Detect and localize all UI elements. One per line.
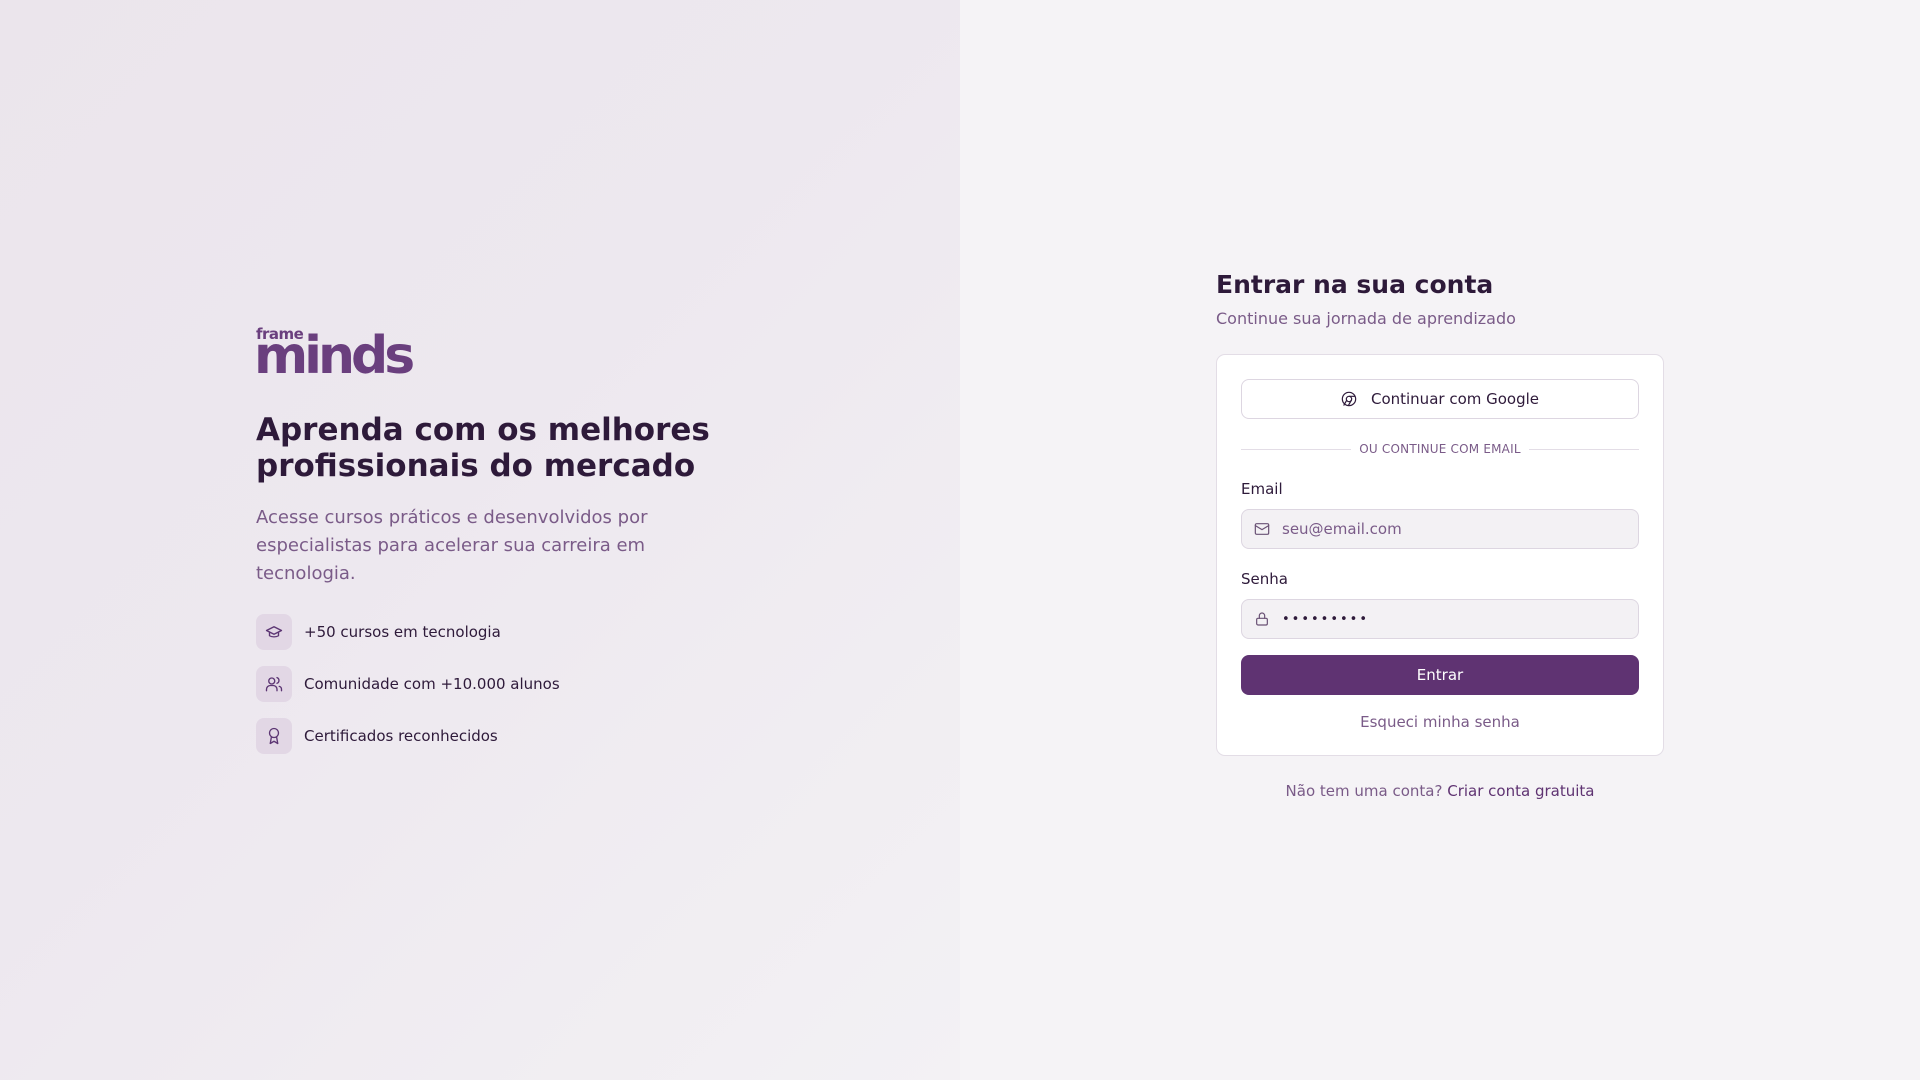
signup-link[interactable]: Criar conta gratuita <box>1447 782 1594 800</box>
signup-prompt: Não tem uma conta? <box>1285 782 1443 800</box>
password-input[interactable] <box>1282 611 1622 627</box>
password-label: Senha <box>1241 570 1288 588</box>
google-button-label: Continuar com Google <box>1370 390 1540 408</box>
email-label: Email <box>1241 480 1283 498</box>
or-divider: OU CONTINUE COM EMAIL <box>1241 441 1639 457</box>
logo-big-text: minds <box>254 326 415 386</box>
feature-label: +50 cursos em tecnologia <box>304 623 501 641</box>
email-input[interactable] <box>1282 520 1622 538</box>
users-icon <box>256 666 292 702</box>
hero-title: Aprenda com os melhores profissionais do… <box>256 412 710 484</box>
password-field-wrapper <box>1241 599 1639 639</box>
forgot-password-row: Esqueci minha senha <box>1241 713 1639 731</box>
hero-subtitle: Acesse cursos práticos e desenvolvidos p… <box>256 507 648 584</box>
graduation-cap-icon <box>256 614 292 650</box>
google-chrome-icon <box>1341 391 1357 407</box>
feature-item: Comunidade com +10.000 alunos <box>256 666 726 702</box>
login-title: Entrar na sua conta <box>1216 270 1494 299</box>
divider-line <box>1241 448 1352 450</box>
forgot-password-link[interactable]: Esqueci minha senha <box>1360 713 1520 731</box>
feature-item: +50 cursos em tecnologia <box>256 614 726 650</box>
lock-icon <box>1256 612 1268 626</box>
framedminds-logo: frame minds <box>254 326 426 382</box>
hero-panel: frame minds Aprenda com os melhores prof… <box>0 0 960 1080</box>
email-field-wrapper <box>1241 509 1639 549</box>
login-card: Continuar com Google OU CONTINUE COM EMA… <box>1216 354 1664 756</box>
hero-section: frame minds Aprenda com os melhores prof… <box>254 326 726 770</box>
login-submit-button[interactable]: Entrar <box>1241 655 1639 695</box>
login-subtitle: Continue sua jornada de aprendizado <box>1216 309 1516 328</box>
feature-label: Comunidade com +10.000 alunos <box>304 675 560 693</box>
divider-text: OU CONTINUE COM EMAIL <box>1359 442 1521 456</box>
feature-list: +50 cursos em tecnologia Comunidade com … <box>256 614 726 754</box>
feature-label: Certificados reconhecidos <box>304 727 498 745</box>
signup-row: Não tem uma conta? Criar conta gratuita <box>1216 782 1664 800</box>
login-section: Entrar na sua conta Continue sua jornada… <box>1216 270 1664 800</box>
mail-icon <box>1254 523 1270 535</box>
divider-line <box>1528 448 1639 450</box>
google-login-button[interactable]: Continuar com Google <box>1241 379 1639 419</box>
award-icon <box>256 718 292 754</box>
feature-item: Certificados reconhecidos <box>256 718 726 754</box>
